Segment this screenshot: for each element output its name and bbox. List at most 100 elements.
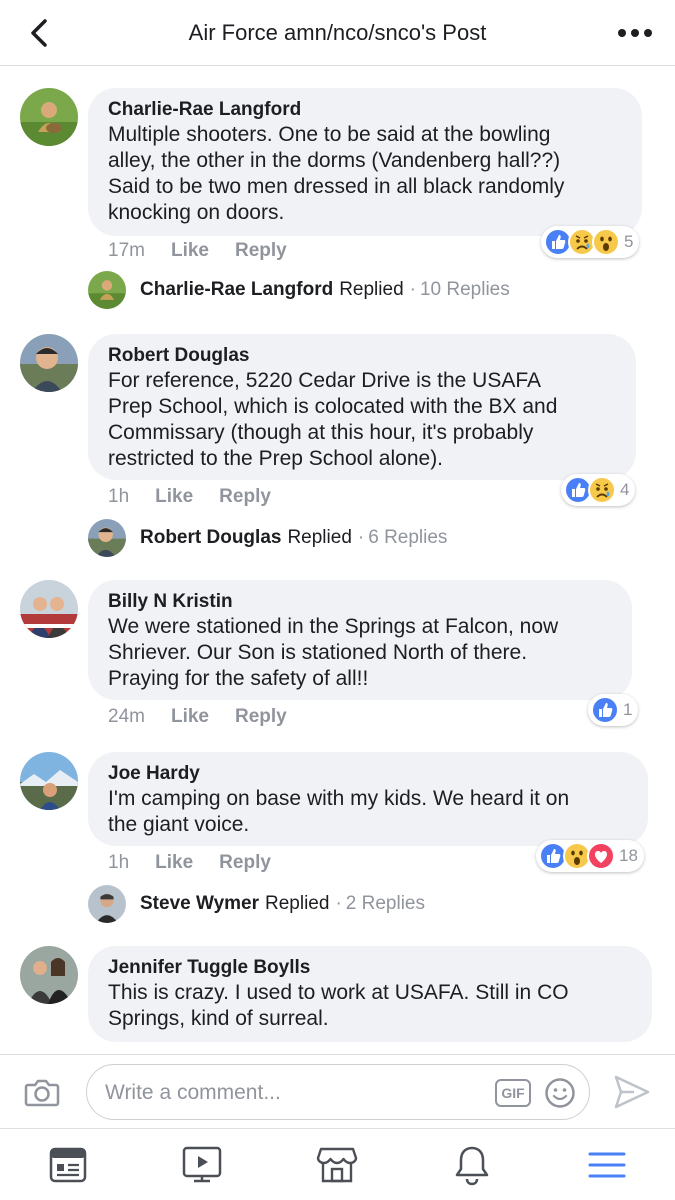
replied-label: Replied (287, 527, 352, 548)
sad-reaction-icon (588, 476, 616, 504)
comment-text: We were stationed in the Springs at Falc… (108, 614, 612, 692)
like-link[interactable]: Like (171, 706, 209, 728)
comment-actions: 24m Like Reply (108, 706, 313, 728)
send-icon (614, 1075, 650, 1109)
reply-author: Charlie-Rae Langford (140, 279, 334, 300)
text-line: I'm camping on base with my kids. We hea… (108, 787, 570, 810)
reply-link[interactable]: Reply (235, 706, 287, 728)
text-line: For reference, 5220 Cedar Drive is the U… (108, 369, 542, 392)
replied-label: Replied (265, 893, 330, 914)
comment-text: For reference, 5220 Cedar Drive is the U… (108, 368, 616, 472)
separator: · (409, 279, 416, 300)
marketplace-icon (316, 1147, 358, 1183)
comment-actions: 1h Like Reply (108, 852, 297, 874)
reply-author: Robert Douglas (140, 527, 282, 548)
tab-notifications[interactable] (450, 1143, 494, 1187)
comment-author[interactable]: Robert Douglas (108, 344, 616, 368)
avatar[interactable] (20, 334, 78, 392)
watch-icon (182, 1146, 222, 1183)
news-feed-icon (49, 1147, 87, 1183)
replies-summary[interactable]: Robert Douglas Replied · 6 Replies (88, 518, 447, 558)
comment-time: 17m (108, 240, 145, 261)
bottom-navigation (0, 1128, 675, 1200)
reaction-summary[interactable]: 1 (588, 694, 639, 726)
top-bar: Air Force amn/nco/snco's Post (0, 0, 675, 66)
reply-link[interactable]: Reply (219, 486, 271, 508)
text-line: the giant voice. (108, 813, 250, 836)
avatar (88, 519, 126, 557)
avatar[interactable] (20, 88, 78, 146)
reaction-count: 1 (623, 700, 633, 719)
comment-bubble[interactable]: Charlie-Rae Langford Multiple shooters. … (88, 88, 642, 236)
reply-count: 10 Replies (419, 279, 510, 300)
more-options-button[interactable] (615, 18, 655, 48)
comment-input-wrapper: GIF (86, 1064, 590, 1120)
comment-input[interactable] (105, 1077, 485, 1109)
comment-author[interactable]: Joe Hardy (108, 762, 628, 786)
comments-list: Charlie-Rae Langford Multiple shooters. … (0, 66, 675, 1054)
text-line: knocking on doors. (108, 201, 285, 224)
text-line: Prep School, which is colocated with the… (108, 395, 558, 418)
reaction-summary[interactable]: 18 (536, 840, 644, 872)
comment-text: Multiple shooters. One to be said at the… (108, 122, 622, 226)
page-title: Air Force amn/nco/snco's Post (188, 20, 487, 45)
text-line: restricted to the Prep School alone). (108, 447, 444, 470)
text-line: Shriever. Our Son is stationed North of … (108, 641, 528, 664)
replies-summary[interactable]: Steve Wymer Replied · 2 Replies (88, 884, 425, 924)
text-line: Multiple shooters. One to be said at the… (108, 123, 551, 146)
reply-link[interactable]: Reply (235, 240, 287, 262)
emoji-button[interactable] (544, 1077, 576, 1109)
menu-icon (588, 1152, 626, 1178)
separator: · (357, 527, 365, 548)
notifications-icon (455, 1146, 489, 1186)
comment-time: 24m (108, 706, 145, 727)
reply-link[interactable]: Reply (219, 852, 271, 874)
reaction-count: 4 (620, 480, 630, 499)
replied-label: Replied (339, 279, 404, 300)
comment-actions: 1h Like Reply (108, 486, 297, 508)
reply-author: Steve Wymer (140, 893, 259, 914)
tab-news-feed[interactable] (46, 1143, 90, 1187)
comment-time: 1h (108, 852, 130, 873)
avatar (88, 885, 126, 923)
comment-author[interactable]: Jennifer Tuggle Boylls (108, 956, 632, 980)
replies-summary[interactable]: Charlie-Rae Langford Replied · 10 Replie… (88, 270, 510, 310)
avatar (88, 271, 126, 309)
love-reaction-icon (587, 842, 615, 870)
text-line: Commissary (though at this hour, it's pr… (108, 421, 534, 444)
gif-button[interactable]: GIF (495, 1079, 531, 1107)
more-dots-icon (618, 29, 652, 37)
comment-author[interactable]: Billy N Kristin (108, 590, 612, 614)
like-link[interactable]: Like (171, 240, 209, 262)
comment-text: I'm camping on base with my kids. We hea… (108, 786, 628, 838)
comment-actions: 17m Like Reply (108, 240, 313, 262)
comment-bubble[interactable]: Joe Hardy I'm camping on base with my ki… (88, 752, 648, 846)
camera-icon (24, 1079, 60, 1107)
avatar[interactable] (20, 946, 78, 1004)
avatar[interactable] (20, 580, 78, 638)
avatar[interactable] (20, 752, 78, 810)
reply-count: 2 Replies (345, 893, 425, 914)
send-button[interactable] (612, 1074, 652, 1110)
comment-bubble[interactable]: Robert Douglas For reference, 5220 Cedar… (88, 334, 636, 480)
like-link[interactable]: Like (155, 852, 193, 874)
comment-time: 1h (108, 486, 130, 507)
comment-author[interactable]: Charlie-Rae Langford (108, 98, 622, 122)
tab-menu[interactable] (585, 1143, 629, 1187)
tab-watch[interactable] (180, 1143, 224, 1187)
comment-bubble[interactable]: Jennifer Tuggle Boylls This is crazy. I … (88, 946, 652, 1042)
text-line: alley, the other in the dorms (Vandenber… (108, 149, 561, 172)
reaction-summary[interactable]: 5 (541, 226, 640, 258)
tab-marketplace[interactable] (315, 1143, 359, 1187)
like-reaction-icon (591, 696, 619, 724)
comment-text: This is crazy. I used to work at USAFA. … (108, 980, 632, 1032)
comment-bubble[interactable]: Billy N Kristin We were stationed in the… (88, 580, 632, 700)
camera-button[interactable] (22, 1073, 62, 1113)
like-link[interactable]: Like (155, 486, 193, 508)
reaction-count: 18 (619, 846, 638, 865)
comment-composer: GIF (0, 1054, 675, 1128)
wow-reaction-icon (592, 228, 620, 256)
text-line: Springs, kind of surreal. (108, 1007, 329, 1030)
reaction-summary[interactable]: 4 (561, 474, 636, 506)
separator: · (335, 893, 342, 914)
